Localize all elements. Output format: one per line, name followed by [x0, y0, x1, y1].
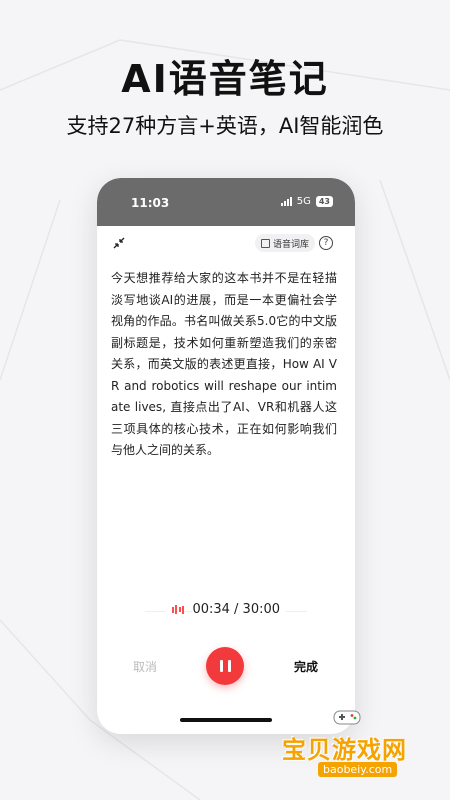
waveform-icon — [165, 604, 185, 615]
note-toolbar: 语音词库 ? — [97, 226, 355, 266]
voice-library-button[interactable]: 语音词库 — [255, 234, 316, 252]
voice-library-label: 语音词库 — [273, 239, 310, 250]
phone-frame: 11:03 5G 43 语音词库 ? 今天想推荐给大家的这本书并不是在轻描淡写地… — [97, 178, 355, 734]
pause-icon-bar — [219, 660, 223, 672]
home-indicator — [180, 718, 272, 722]
cancel-button[interactable]: 取消 — [133, 658, 157, 675]
done-button[interactable]: 完成 — [294, 658, 318, 675]
status-bar: 11:03 5G 43 — [97, 178, 355, 226]
gamepad-icon — [333, 710, 361, 725]
status-icons: 5G 43 — [280, 196, 333, 207]
network-label: 5G — [296, 196, 311, 207]
watermark-url: baobeiy.com — [318, 762, 398, 777]
signal-icon — [280, 197, 292, 206]
collapse-arrows-icon[interactable] — [112, 236, 126, 250]
elapsed-time: 00:34 / 30:00 — [192, 602, 287, 617]
watermark-text: 宝贝游戏网 — [282, 736, 407, 764]
promo-subheadline: 支持27种方言+英语，AI智能润色 — [66, 114, 384, 138]
promo-headline: AI语音笔记 — [121, 57, 329, 101]
edit-icon — [261, 238, 270, 248]
note-transcript[interactable]: 今天想推荐给大家的这本书并不是在轻描淡写地谈AI的进展，而是一本更偏社会学视角的… — [111, 268, 337, 462]
pause-button[interactable] — [206, 647, 244, 685]
recording-timer: 00:34 / 30:00 — [97, 602, 355, 617]
pause-icon-bar — [227, 660, 231, 672]
battery-icon: 43 — [315, 196, 333, 207]
help-icon[interactable]: ? — [319, 236, 333, 250]
status-time: 11:03 — [131, 196, 170, 210]
